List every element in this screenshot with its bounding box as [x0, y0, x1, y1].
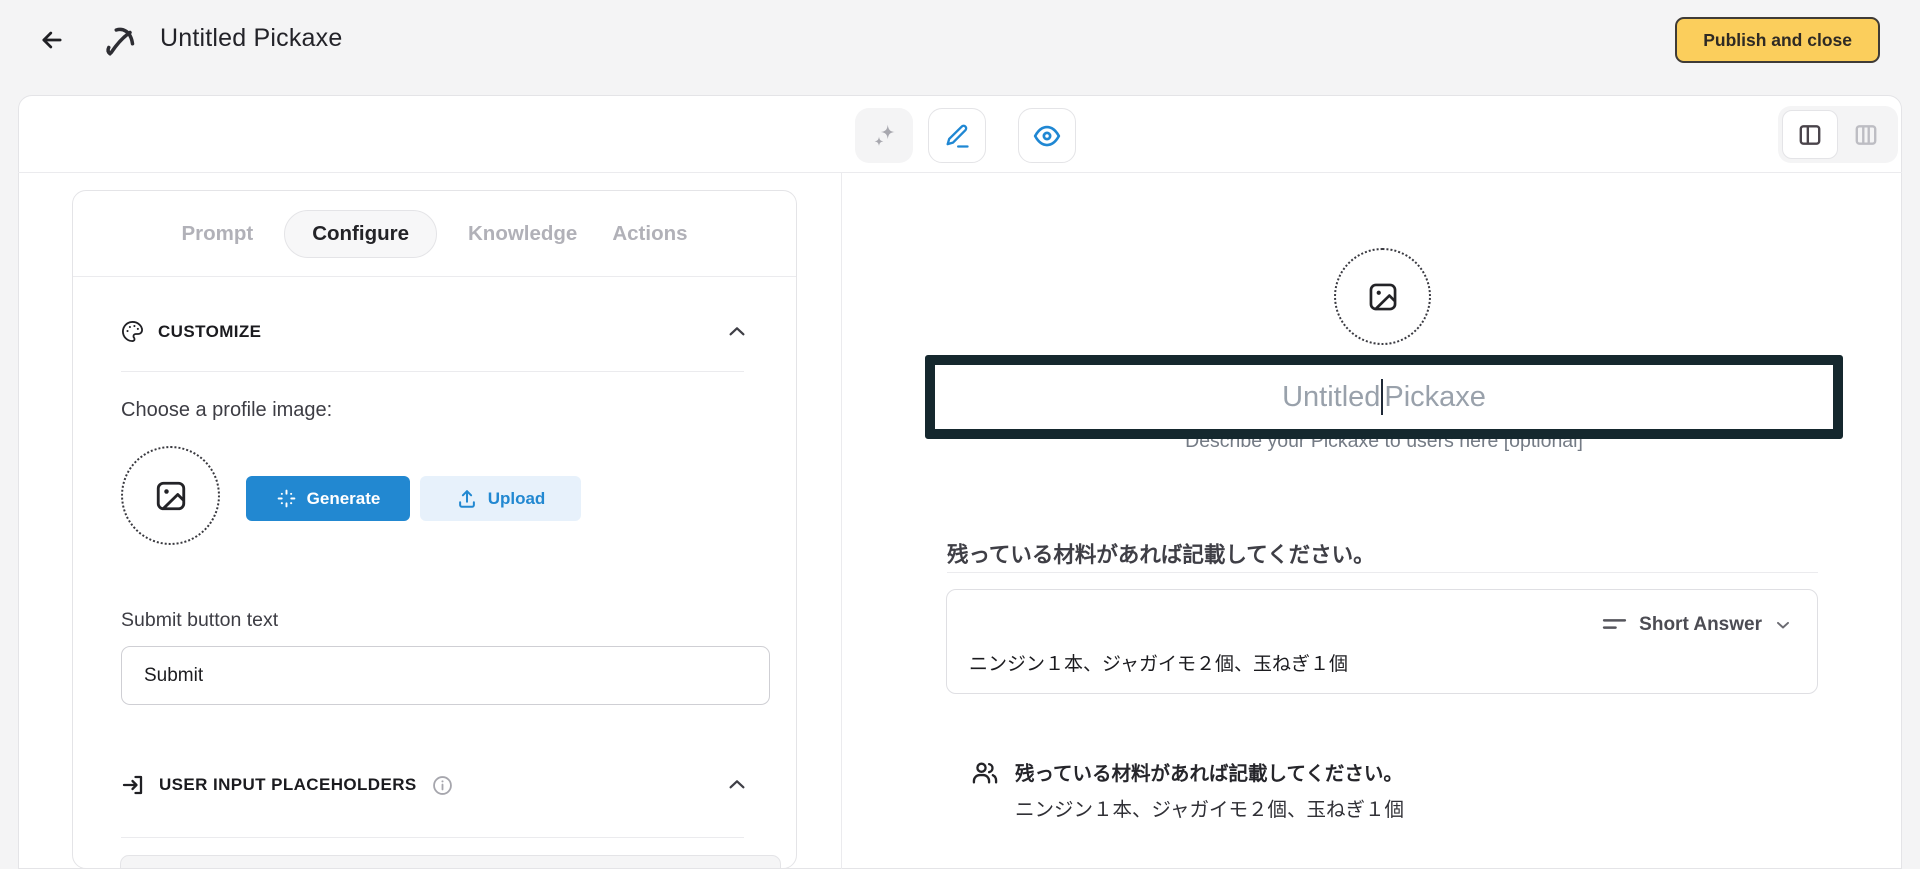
preview-answer-value: ニンジン１本、ジャガイモ２個、玉ねぎ１個 — [969, 654, 1349, 675]
history-answer: ニンジン１本、ジャガイモ２個、玉ねぎ１個 — [1015, 799, 1405, 821]
submit-button-text-input[interactable] — [121, 646, 770, 705]
image-icon — [1366, 280, 1400, 314]
info-icon — [431, 774, 454, 797]
eye-icon — [1032, 121, 1062, 151]
short-answer-icon — [1601, 611, 1628, 638]
text-cursor — [1381, 379, 1384, 415]
generate-image-button[interactable]: Generate — [246, 476, 410, 521]
chevron-up-icon — [726, 774, 748, 796]
toolbar-divider — [18, 172, 1902, 173]
panel-divider — [841, 173, 842, 869]
pickaxe-logo-icon — [100, 20, 140, 60]
placeholders-heading: USER INPUT PLACEHOLDERS — [159, 775, 417, 794]
placeholders-section-header[interactable]: USER INPUT PLACEHOLDERS — [121, 773, 748, 797]
app-window: Untitled Pickaxe Publish and close Promp… — [0, 0, 1920, 869]
tab-knowledge[interactable]: Knowledge — [464, 211, 581, 257]
collapse-placeholders-button[interactable] — [726, 774, 748, 796]
chevron-up-icon — [726, 321, 748, 343]
submit-button-text-label: Submit button text — [121, 609, 279, 631]
three-pane-layout-button[interactable] — [1838, 110, 1894, 159]
arrow-left-icon — [38, 26, 66, 54]
layout-toggle-group — [1778, 106, 1898, 163]
users-icon — [971, 759, 999, 822]
tab-actions[interactable]: Actions — [608, 211, 691, 257]
two-pane-layout-button[interactable] — [1782, 110, 1838, 159]
profile-image-label: Choose a profile image: — [121, 399, 333, 421]
customize-heading: CUSTOMIZE — [158, 321, 262, 341]
placeholder-field-partial[interactable] — [120, 855, 781, 868]
generate-button-label: Generate — [306, 488, 381, 508]
divider — [121, 371, 744, 372]
three-pane-layout-icon — [1853, 122, 1879, 148]
top-bar: Untitled Pickaxe Publish and close — [0, 0, 1920, 80]
customize-section-header[interactable]: CUSTOMIZE — [121, 320, 748, 343]
palette-icon — [121, 320, 144, 343]
publish-and-close-button[interactable]: Publish and close — [1675, 17, 1880, 63]
tab-bar: Prompt Configure Knowledge Actions — [73, 191, 796, 277]
back-button[interactable] — [36, 24, 68, 56]
config-panel: Prompt Configure Knowledge Actions CUSTO… — [72, 190, 797, 869]
conversation-history-entry: 残っている材料があれば記載してください。 ニンジン１本、ジャガイモ２個、玉ねぎ１… — [971, 757, 1404, 822]
pencil-icon — [943, 122, 971, 150]
upload-button-label: Upload — [487, 488, 546, 508]
question-divider — [947, 572, 1818, 573]
preview-mode-button[interactable] — [1018, 108, 1076, 163]
answer-type-label: Short Answer — [1639, 613, 1762, 635]
generate-sparkle-icon — [276, 488, 297, 509]
image-icon — [153, 478, 189, 514]
ai-assist-button[interactable] — [855, 108, 913, 163]
history-texts: 残っている材料があれば記載してください。 ニンジン１本、ジャガイモ２個、玉ねぎ１… — [1015, 757, 1404, 822]
profile-image-placeholder[interactable] — [121, 446, 220, 545]
page-title: Untitled Pickaxe — [160, 24, 343, 52]
input-arrow-icon — [121, 773, 145, 797]
preview-title-placeholder: Untitled Pickaxe — [1282, 379, 1486, 415]
sparkles-icon — [869, 121, 899, 151]
preview-answer-field[interactable]: Short Answer ニンジン１本、ジャガイモ２個、玉ねぎ１個 — [946, 589, 1818, 694]
tab-configure[interactable]: Configure — [284, 209, 437, 258]
preview-question-label: 残っている材料があれば記載してください。 — [947, 543, 1375, 567]
preview-profile-image-placeholder[interactable] — [1334, 248, 1431, 345]
collapse-customize-button[interactable] — [726, 321, 748, 343]
upload-image-button[interactable]: Upload — [420, 476, 581, 521]
upload-icon — [456, 488, 478, 510]
edit-mode-button[interactable] — [928, 108, 986, 163]
tab-prompt[interactable]: Prompt — [177, 211, 257, 257]
history-question: 残っている材料があれば記載してください。 — [1015, 763, 1403, 785]
divider — [121, 837, 744, 838]
preview-title-input[interactable]: Untitled Pickaxe — [925, 355, 1843, 439]
chevron-down-icon — [1773, 615, 1793, 635]
answer-type-select[interactable]: Short Answer — [1601, 611, 1793, 638]
two-pane-layout-icon — [1797, 122, 1823, 148]
